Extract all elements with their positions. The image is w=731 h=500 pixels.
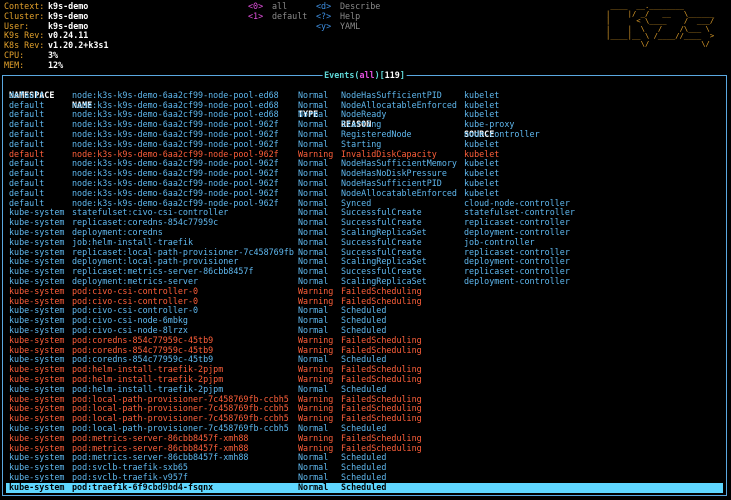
k9s-logo: ____ __.________ | |/ _/ __ \______ | < … (606, 1, 715, 48)
title-resource: Events (324, 70, 355, 80)
events-table: Events(all)[119] NAMESPACE NAME TYPE REA… (2, 70, 727, 496)
hint-key: <1> (248, 10, 264, 21)
table-title: Events(all)[119] (322, 70, 407, 81)
hint-label: YAML (340, 20, 361, 31)
cell-type: Normal (298, 481, 329, 492)
hint-key: <y> (316, 20, 332, 31)
cell-name: pod:traefik-6f9cbd9bd4-fsqnx (72, 481, 214, 492)
namespace-hints: <0> all <1> default (248, 1, 308, 22)
title-count: 119 (384, 70, 400, 80)
hint-row[interactable]: <y> YAML (316, 20, 380, 32)
action-hints: <d> Describe <?> Help <y> YAML (316, 1, 380, 32)
cell-namespace: kube-system (9, 481, 65, 492)
info-key: MEM: (4, 59, 25, 70)
event-row[interactable]: kube-system pod:traefik-6f9cbd9bd4-fsqnx N… (6, 481, 723, 493)
cell-source: deployment-controller (464, 276, 570, 286)
info-row: MEM: 12% (4, 59, 109, 71)
cluster-info: Context: k9s-demo Cluster: k9s-demo User: k9s… (4, 1, 109, 71)
hint-row[interactable]: <1> default (248, 10, 308, 22)
cell-reason: Scheduled (341, 481, 387, 492)
info-value: 12% (48, 59, 64, 70)
hint-label: default (272, 10, 308, 21)
title-filter: all (359, 70, 375, 80)
